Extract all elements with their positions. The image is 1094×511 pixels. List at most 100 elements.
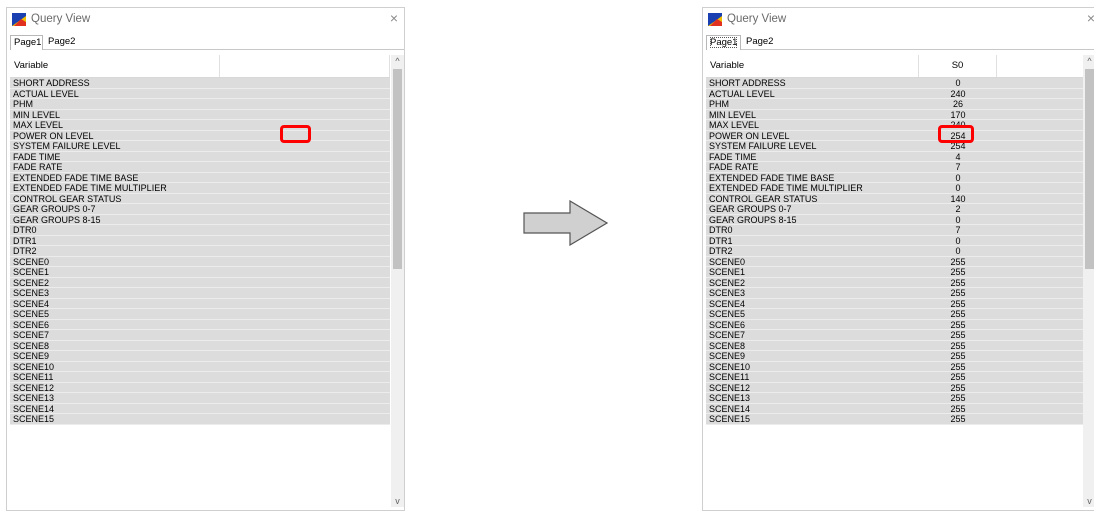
table-row[interactable]: SCENE12	[10, 382, 390, 393]
table-row[interactable]: SCENE4 255	[706, 298, 1084, 309]
table-row[interactable]: EXTENDED FADE TIME MULTIPLIER	[10, 183, 390, 194]
scrollbar-thumb[interactable]	[393, 69, 402, 269]
column-header-variable[interactable]: Variable	[10, 55, 220, 77]
table-row[interactable]: SCENE14	[10, 403, 390, 414]
table-row[interactable]: SCENE3 255	[706, 288, 1084, 299]
table-row[interactable]: SYSTEM FAILURE LEVEL	[10, 141, 390, 152]
title-bar: Query View ×	[703, 8, 1094, 32]
table-row[interactable]: MAX LEVEL	[10, 120, 390, 131]
table-row[interactable]: MIN LEVEL 170	[706, 109, 1084, 120]
close-icon[interactable]: ×	[1087, 10, 1094, 26]
table-row[interactable]: FADE TIME 4	[706, 151, 1084, 162]
table-row[interactable]: SCENE12 255	[706, 382, 1084, 393]
table-row[interactable]: GEAR GROUPS 0-7 2	[706, 204, 1084, 215]
table-row[interactable]: SCENE2 255	[706, 277, 1084, 288]
table-row[interactable]: SCENE0 255	[706, 256, 1084, 267]
table-row[interactable]: GEAR GROUPS 0-7	[10, 204, 390, 215]
vertical-scrollbar[interactable]: ^ v	[391, 55, 404, 507]
table-row[interactable]: SHORT ADDRESS 0	[706, 78, 1084, 89]
table-row[interactable]: SCENE13	[10, 393, 390, 404]
table-row[interactable]: SCENE5	[10, 309, 390, 320]
table-row[interactable]: DTR1	[10, 235, 390, 246]
variable-name: POWER ON LEVEL	[709, 130, 790, 141]
variable-value: 255	[950, 330, 966, 340]
table-row[interactable]: SYSTEM FAILURE LEVEL 254	[706, 141, 1084, 152]
table-row[interactable]: MAX LEVEL 240	[706, 120, 1084, 131]
variable-name: FADE TIME	[709, 151, 757, 162]
table-row[interactable]: SCENE15	[10, 414, 390, 425]
table-row[interactable]: DTR0 7	[706, 225, 1084, 236]
table-row[interactable]: SCENE1	[10, 267, 390, 278]
variable-name: DTR2	[13, 246, 37, 256]
table-row[interactable]: EXTENDED FADE TIME MULTIPLIER 0	[706, 183, 1084, 194]
table-row[interactable]: POWER ON LEVEL 254	[706, 130, 1084, 141]
tab-page2[interactable]: Page2	[743, 35, 776, 49]
table-row[interactable]: PHM 26	[706, 99, 1084, 110]
table-row[interactable]: SCENE7 255	[706, 330, 1084, 341]
table-row[interactable]: GEAR GROUPS 8-15	[10, 214, 390, 225]
tab-page1[interactable]: Page1	[706, 35, 741, 50]
table-row[interactable]: SCENE10 255	[706, 361, 1084, 372]
table-row[interactable]: SCENE11 255	[706, 372, 1084, 383]
column-header-s0[interactable]: S0	[919, 55, 997, 77]
variable-name: POWER ON LEVEL	[13, 130, 94, 141]
table-row[interactable]: SCENE7	[10, 330, 390, 341]
table-row[interactable]: SCENE6 255	[706, 319, 1084, 330]
variable-value: 2	[955, 204, 961, 214]
variable-name: FADE RATE	[13, 162, 63, 172]
table-row[interactable]: FADE RATE	[10, 162, 390, 173]
scrollbar-thumb[interactable]	[1085, 69, 1094, 269]
table-row[interactable]: SCENE6	[10, 319, 390, 330]
table-row[interactable]: FADE TIME	[10, 151, 390, 162]
variable-name: GEAR GROUPS 8-15	[13, 214, 101, 225]
table-row[interactable]: SCENE15 255	[706, 414, 1084, 425]
table-row[interactable]: CONTROL GEAR STATUS 140	[706, 193, 1084, 204]
table-row[interactable]: SCENE2	[10, 277, 390, 288]
table-row[interactable]: POWER ON LEVEL	[10, 130, 390, 141]
column-header-variable[interactable]: Variable	[706, 55, 919, 77]
table-row[interactable]: SCENE4	[10, 298, 390, 309]
table-row[interactable]: EXTENDED FADE TIME BASE	[10, 172, 390, 183]
table-row[interactable]: MIN LEVEL	[10, 109, 390, 120]
table-row[interactable]: ACTUAL LEVEL	[10, 88, 390, 99]
scroll-up-icon[interactable]: ^	[391, 55, 404, 67]
table-row[interactable]: SCENE0	[10, 256, 390, 267]
table-row[interactable]: DTR1 0	[706, 235, 1084, 246]
tab-page1[interactable]: Page1	[10, 35, 43, 50]
table-row[interactable]: CONTROL GEAR STATUS	[10, 193, 390, 204]
table-row[interactable]: EXTENDED FADE TIME BASE 0	[706, 172, 1084, 183]
table-row[interactable]: SCENE1 255	[706, 267, 1084, 278]
table-row[interactable]: DTR2	[10, 246, 390, 257]
scroll-down-icon[interactable]: v	[391, 495, 404, 507]
table-row[interactable]: SCENE11	[10, 372, 390, 383]
table-row[interactable]: SCENE13 255	[706, 393, 1084, 404]
variable-value: 0	[955, 214, 961, 225]
table-row[interactable]: DTR2 0	[706, 246, 1084, 257]
tab-page2[interactable]: Page2	[45, 35, 78, 49]
query-view-window-right: Query View × Page1 Page2 Variable S0 SHO…	[702, 7, 1094, 511]
table-row[interactable]: SCENE8 255	[706, 340, 1084, 351]
table-row[interactable]: DTR0	[10, 225, 390, 236]
vertical-scrollbar[interactable]: ^ v	[1083, 55, 1094, 507]
max-level-value-highlight	[938, 125, 974, 143]
table-row[interactable]: SCENE5 255	[706, 309, 1084, 320]
column-header-value[interactable]	[220, 55, 390, 77]
table-row[interactable]: SCENE8	[10, 340, 390, 351]
scroll-up-icon[interactable]: ^	[1083, 55, 1094, 67]
scroll-down-icon[interactable]: v	[1083, 495, 1094, 507]
variable-name: EXTENDED FADE TIME MULTIPLIER	[13, 183, 167, 193]
table-row[interactable]: SHORT ADDRESS	[10, 78, 390, 89]
table-row[interactable]: ACTUAL LEVEL 240	[706, 88, 1084, 99]
table-row[interactable]: PHM	[10, 99, 390, 110]
table-row[interactable]: SCENE10	[10, 361, 390, 372]
table-row[interactable]: SCENE9	[10, 351, 390, 362]
table-row[interactable]: SCENE9 255	[706, 351, 1084, 362]
table-row[interactable]: GEAR GROUPS 8-15 0	[706, 214, 1084, 225]
table-row[interactable]: SCENE3	[10, 288, 390, 299]
table-row[interactable]: FADE RATE 7	[706, 162, 1084, 173]
table-row[interactable]: SCENE14 255	[706, 403, 1084, 414]
variable-name: GEAR GROUPS 0-7	[709, 204, 792, 214]
column-header-label: Variable	[710, 60, 745, 71]
variable-value: 0	[955, 246, 961, 256]
close-icon[interactable]: ×	[390, 10, 398, 26]
